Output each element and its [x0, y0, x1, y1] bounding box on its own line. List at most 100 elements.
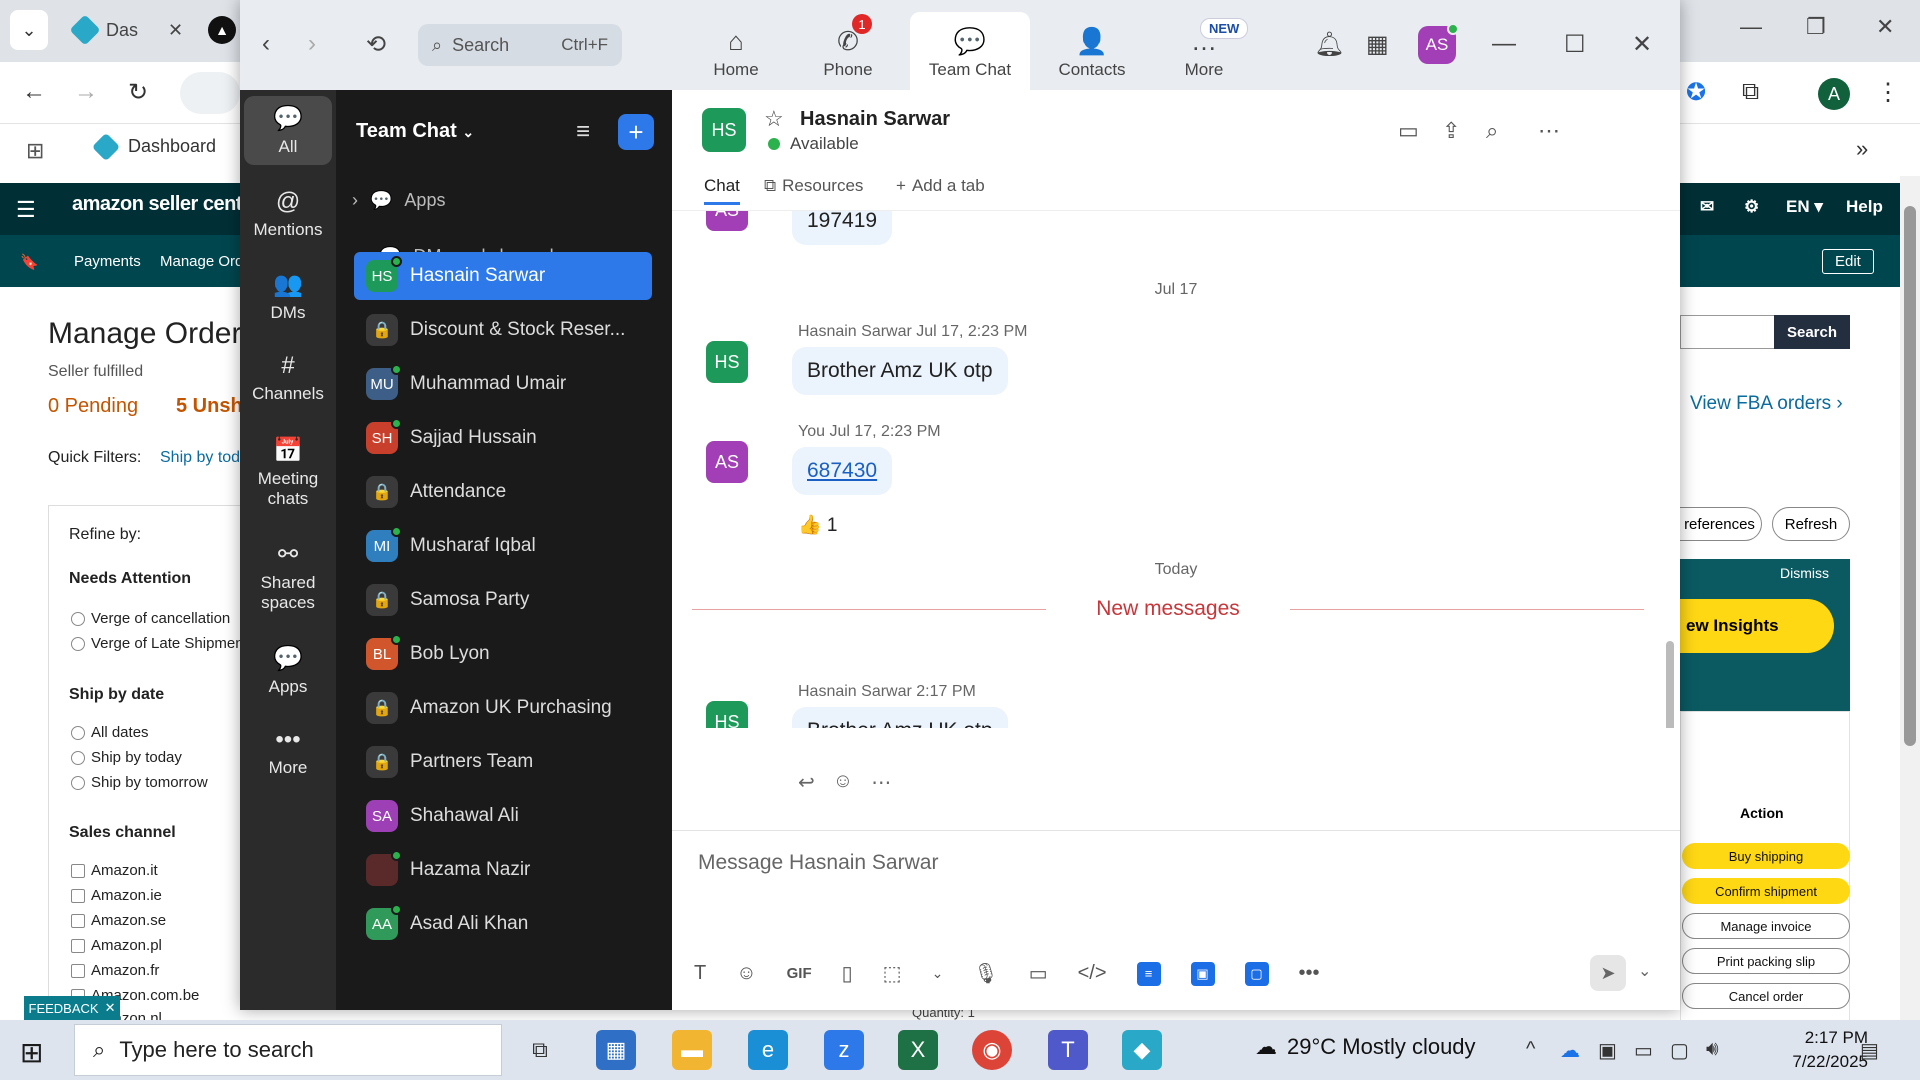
- manage-invoice-button[interactable]: Manage invoice: [1682, 913, 1850, 939]
- tab-resources[interactable]: ⧉ Resources: [764, 176, 863, 196]
- share-screen-icon[interactable]: ⇪: [1442, 118, 1460, 144]
- contact-name[interactable]: Hasnain Sarwar: [800, 108, 950, 131]
- tab-contacts[interactable]: 👤 Contacts: [1036, 12, 1148, 90]
- app-doc-icon[interactable]: ≡: [1136, 961, 1161, 986]
- rail-meeting-chats[interactable]: 📅 Meeting chats: [244, 428, 332, 517]
- nav-manage-orders[interactable]: Manage Ord: [160, 253, 243, 270]
- tab-search-chevron-icon[interactable]: ⌄: [10, 10, 48, 50]
- quick-filter-ship-today[interactable]: Ship by tod: [160, 449, 240, 467]
- user-avatar[interactable]: AS: [1418, 23, 1459, 64]
- calculator-icon[interactable]: ▦: [596, 1030, 636, 1070]
- text-format-icon[interactable]: T: [694, 962, 706, 985]
- channel-item[interactable]: Hazama Nazir: [354, 846, 652, 894]
- rail-mentions[interactable]: @ Mentions: [244, 180, 332, 248]
- app-whiteboard-icon[interactable]: ▣: [1190, 961, 1215, 986]
- language-select[interactable]: EN ▾: [1786, 197, 1823, 217]
- channel-item[interactable]: 🔒 Samosa Party: [354, 576, 652, 624]
- contact-avatar[interactable]: HS: [702, 108, 746, 152]
- channel-item[interactable]: 🔒 Discount & Stock Reser...: [354, 306, 652, 354]
- channel-item[interactable]: SA Shahawal Ali: [354, 792, 652, 840]
- reply-icon[interactable]: ↩: [798, 770, 815, 795]
- emoji-icon[interactable]: ☺: [736, 962, 756, 985]
- send-button[interactable]: ➤: [1590, 955, 1626, 991]
- extensions-puzzle-icon[interactable]: ⧉: [1742, 78, 1759, 106]
- tab-chat[interactable]: Chat: [704, 176, 740, 205]
- forward-icon[interactable]: ›: [308, 30, 316, 58]
- bookmark-dashboard[interactable]: Dashboard: [91, 132, 216, 161]
- video-call-icon[interactable]: ▭: [1398, 118, 1419, 144]
- excel-icon[interactable]: X: [898, 1030, 938, 1070]
- channel-option[interactable]: Amazon.it: [71, 862, 158, 879]
- settings-gear-icon[interactable]: ⚙: [1744, 197, 1759, 217]
- close-window-icon[interactable]: ✕: [1876, 14, 1894, 40]
- taskbar-clock[interactable]: 2:17 PM 7/22/2025: [1768, 1026, 1868, 1074]
- volume-icon[interactable]: 🔊︎: [1706, 1038, 1719, 1061]
- filter-option[interactable]: Verge of cancellation: [71, 610, 230, 627]
- forward-icon[interactable]: →: [74, 78, 98, 106]
- minimize-icon[interactable]: —: [1492, 30, 1516, 58]
- order-search-input[interactable]: [1680, 315, 1774, 349]
- windows-start-icon[interactable]: ⊞: [20, 1036, 43, 1069]
- channel-item[interactable]: 🔒 Partners Team: [354, 738, 652, 786]
- scrollbar-thumb[interactable]: [1904, 206, 1916, 746]
- dismiss-link[interactable]: Dismiss: [1780, 565, 1829, 581]
- more-tools-icon[interactable]: •••: [1299, 962, 1320, 985]
- tab-pending[interactable]: 0 Pending: [48, 395, 138, 418]
- browser-tab-icon[interactable]: ▲: [208, 16, 236, 44]
- filter-option[interactable]: Ship by tomorrow: [71, 774, 208, 791]
- edit-button[interactable]: Edit: [1822, 249, 1874, 274]
- rail-shared-spaces[interactable]: ⚯ Shared spaces: [244, 532, 332, 621]
- notifications-icon[interactable]: ▤: [1860, 1038, 1879, 1063]
- browser-tab[interactable]: Das ✕: [60, 8, 190, 52]
- zoom-app-icon[interactable]: z: [824, 1030, 864, 1070]
- search-icon[interactable]: ⌕: [1486, 118, 1498, 144]
- bookmark-icon[interactable]: 🔖: [20, 253, 39, 271]
- file-icon[interactable]: ▯: [842, 961, 853, 986]
- filter-option[interactable]: All dates: [71, 724, 149, 741]
- channel-item[interactable]: BL Bob Lyon: [354, 630, 652, 678]
- tab-more[interactable]: … More NEW: [1148, 12, 1260, 90]
- channel-option[interactable]: Amazon.fr: [71, 962, 159, 979]
- print-packing-slip-button[interactable]: Print packing slip: [1682, 948, 1850, 974]
- more-actions-icon[interactable]: ⋯: [871, 770, 891, 795]
- message-bubble[interactable]: 197419: [792, 211, 893, 245]
- channel-option[interactable]: Amazon.pl: [71, 937, 162, 954]
- battery-icon[interactable]: ▭: [1634, 1038, 1653, 1063]
- hamburger-icon[interactable]: ☰: [16, 197, 36, 223]
- browser-menu-icon[interactable]: ⋮: [1876, 78, 1900, 107]
- channel-option[interactable]: Amazon.se: [71, 912, 166, 929]
- preferences-button[interactable]: references: [1678, 507, 1762, 541]
- file-explorer-icon[interactable]: ▬: [672, 1030, 712, 1070]
- amazon-logo[interactable]: amazon seller central: [72, 193, 265, 216]
- screenshot-icon[interactable]: ⬚: [883, 961, 902, 986]
- edge-icon[interactable]: e: [748, 1030, 788, 1070]
- channel-item[interactable]: 🔒 Amazon UK Purchasing: [354, 684, 652, 732]
- team-chat-header[interactable]: Team Chat ⌄: [356, 120, 474, 143]
- channel-item[interactable]: MU Muhammad Umair: [354, 360, 652, 408]
- back-icon[interactable]: ‹: [262, 30, 270, 58]
- add-reaction-icon[interactable]: ☺: [833, 770, 853, 795]
- rail-apps[interactable]: 💬 Apps: [244, 636, 332, 705]
- app-diamond-icon[interactable]: ◆: [1122, 1030, 1162, 1070]
- microphone-icon[interactable]: 🎙︎: [973, 961, 998, 986]
- weather-widget[interactable]: ☁ 29°C Mostly cloudy: [1255, 1034, 1476, 1060]
- filter-option[interactable]: Verge of Late Shipment: [71, 635, 248, 652]
- network-icon[interactable]: ▢: [1670, 1038, 1689, 1063]
- feedback-tab[interactable]: FEEDBACK ✕: [24, 996, 120, 1020]
- message-bubble[interactable]: Brother Amz UK otp: [792, 707, 1008, 728]
- video-message-icon[interactable]: ▭: [1029, 961, 1048, 986]
- extension-icon[interactable]: ✪: [1686, 78, 1706, 107]
- tab-team-chat[interactable]: 💬 Team Chat: [910, 12, 1030, 90]
- help-link[interactable]: Help: [1846, 197, 1883, 217]
- restore-icon[interactable]: ❐: [1806, 14, 1826, 40]
- close-icon[interactable]: ✕: [1632, 30, 1652, 59]
- channel-item[interactable]: 🔒 Attendance: [354, 468, 652, 516]
- tab-home[interactable]: ⌂ Home: [680, 12, 792, 90]
- rail-more[interactable]: ••• More: [244, 718, 332, 786]
- channel-item[interactable]: MI Musharaf Iqbal: [354, 522, 652, 570]
- rail-channels[interactable]: # Channels: [244, 344, 332, 412]
- address-bar[interactable]: [180, 72, 240, 114]
- gif-icon[interactable]: GIF: [787, 965, 812, 982]
- channel-item[interactable]: AA Asad Ali Khan: [354, 900, 652, 948]
- onedrive-icon[interactable]: ☁: [1560, 1038, 1580, 1063]
